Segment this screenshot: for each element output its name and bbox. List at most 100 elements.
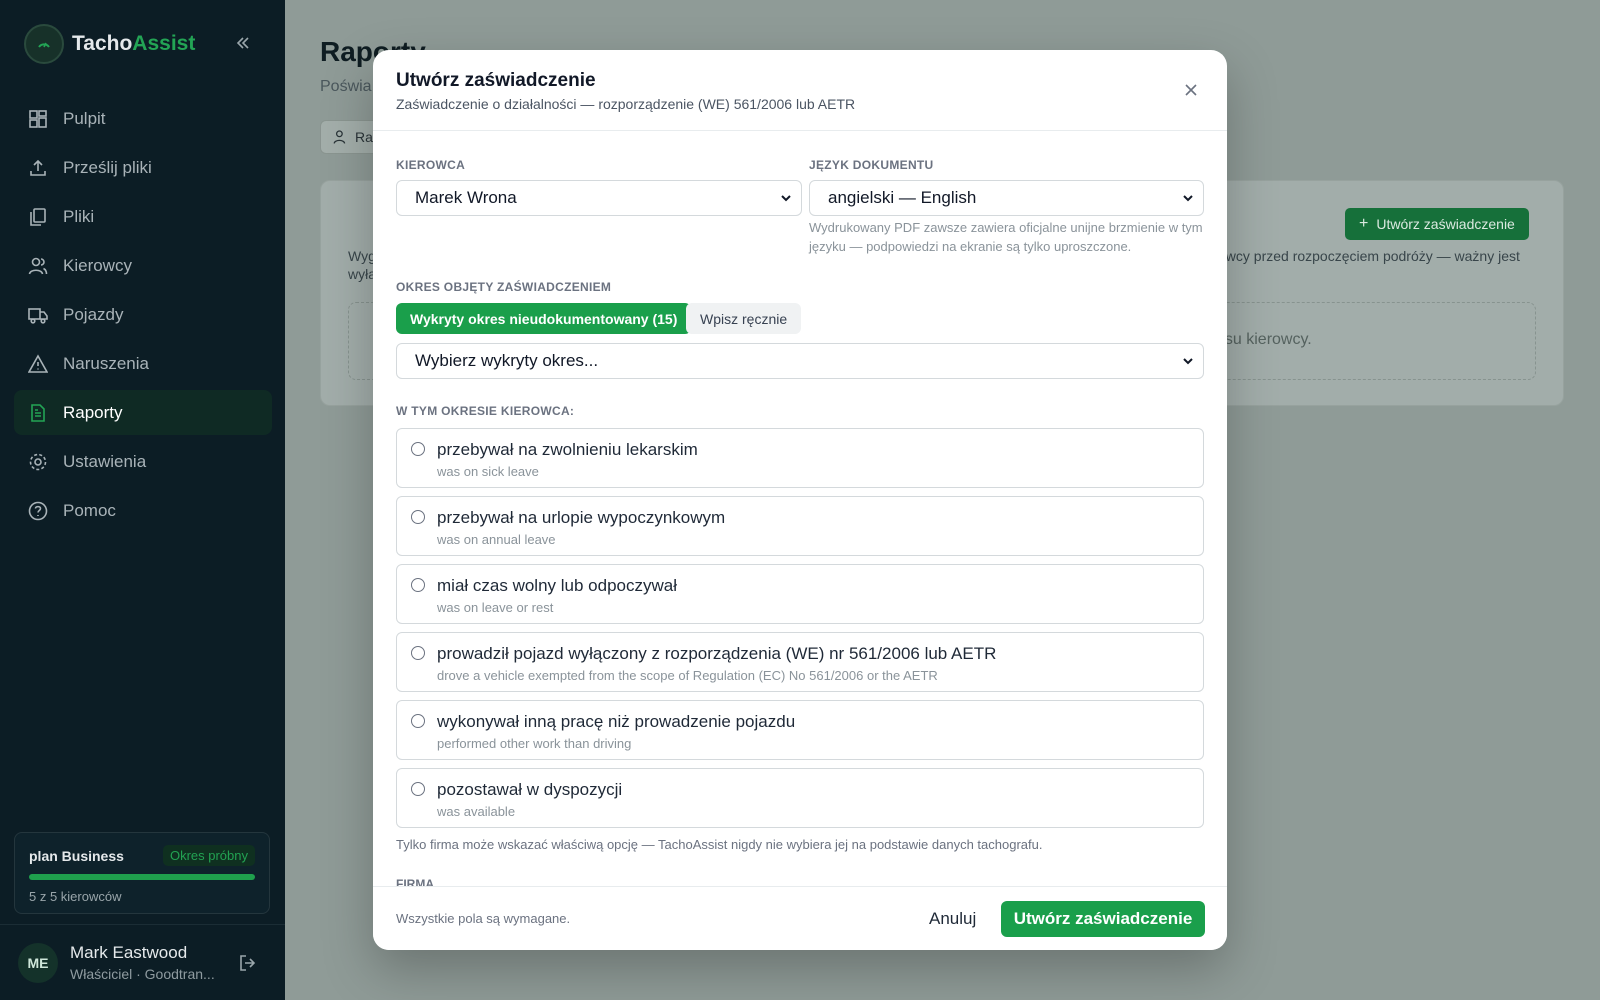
sidebar-item-label: Pojazdy: [63, 304, 124, 324]
option-translation: drove a vehicle exempted from the scope …: [437, 668, 938, 683]
option-label: miał czas wolny lub odpoczywał: [437, 576, 677, 595]
option-translation: was on sick leave: [437, 464, 539, 479]
dialog-subtitle: Zaświadczenie o działalności — rozporząd…: [396, 96, 856, 112]
chevron-down-icon: [1183, 195, 1193, 202]
option-label: prowadził pojazd wyłączony z rozporządze…: [437, 644, 997, 663]
option-translation: was on leave or rest: [437, 600, 554, 615]
option-exempted-vehicle[interactable]: prowadził pojazd wyłączony z rozporządze…: [396, 632, 1204, 692]
dialog-title: Utwórz zaświadczenie: [396, 70, 596, 91]
plan-card: plan Business Okres próbny 5 z 5 kierowc…: [14, 832, 270, 914]
truck-icon: [27, 304, 49, 326]
period-select[interactable]: Wybierz wykryty okres...: [396, 343, 1204, 379]
option-translation: was available: [437, 804, 516, 819]
driver-select-value: Marek Wrona: [415, 188, 517, 207]
option-available[interactable]: pozostawał w dyspozycji was available: [396, 768, 1204, 828]
empty-state-text: asu kierowcy.: [1216, 331, 1312, 348]
create-certificate-button-bg[interactable]: + Utwórz zaświadczenie: [1345, 208, 1529, 240]
create-certificate-button[interactable]: Utwórz zaświadczenie: [1001, 901, 1205, 937]
dialog-footer: Wszystkie pola są wymagane. Anuluj Utwór…: [373, 886, 1227, 950]
option-sick-leave[interactable]: przebywał na zwolnieniu lekarskim was on…: [396, 428, 1204, 488]
option-note: Tylko firma może wskazać właściwą opcję …: [396, 837, 1043, 852]
option-label: pozostawał w dyspozycji: [437, 780, 623, 799]
sidebar-item-reports[interactable]: Raporty: [14, 390, 272, 435]
sidebar-item-violations[interactable]: Naruszenia: [14, 341, 272, 386]
collapse-sidebar-icon[interactable]: [232, 32, 254, 54]
option-label: przebywał na zwolnieniu lekarskim: [437, 440, 698, 459]
app-name-part1: Tacho: [72, 32, 133, 55]
logout-icon[interactable]: [238, 953, 258, 973]
driver-select[interactable]: Marek Wrona: [396, 180, 802, 216]
user-profile[interactable]: ME Mark Eastwood Właściciel · Goodtran..…: [0, 924, 285, 1000]
sidebar-item-label: Kierowcy: [63, 255, 132, 275]
radio-button[interactable]: [411, 646, 425, 660]
tab-label: Ra: [355, 129, 373, 145]
report-icon: [27, 402, 49, 424]
plan-name: plan Business: [29, 847, 124, 864]
sidebar-item-pulpit[interactable]: Pulpit: [14, 96, 272, 141]
sidebar-item-upload[interactable]: Prześlij pliki: [14, 145, 272, 190]
sidebar-item-label: Pulpit: [63, 108, 106, 128]
sidebar-item-help[interactable]: Pomoc: [14, 488, 272, 533]
avatar: ME: [18, 942, 58, 983]
sidebar-item-settings[interactable]: Ustawienia: [14, 439, 272, 484]
sidebar: TachoAssist Pulpit Prześlij pliki Pliki …: [0, 0, 285, 1000]
sidebar-item-files[interactable]: Pliki: [14, 194, 272, 239]
tab-detected-period[interactable]: Wykryty okres nieudokumentowany (15): [396, 303, 692, 334]
close-icon[interactable]: [1181, 80, 1201, 100]
option-translation: performed other work than driving: [437, 736, 632, 751]
language-label: JĘZYK DOKUMENTU: [809, 158, 934, 172]
chevron-down-icon: [781, 195, 791, 202]
driver-label: KIEROWCA: [396, 158, 466, 172]
option-annual-leave[interactable]: przebywał na urlopie wypoczynkowym was o…: [396, 496, 1204, 556]
plan-usage-fill: [29, 874, 255, 880]
trial-badge: Okres próbny: [162, 845, 255, 866]
dashboard-icon: [27, 108, 49, 130]
gauge-logo-icon: [24, 24, 64, 64]
upload-icon: [27, 157, 49, 179]
users-icon: [27, 255, 49, 277]
sidebar-item-vehicles[interactable]: Pojazdy: [14, 292, 272, 337]
sidebar-item-label: Pomoc: [63, 500, 116, 520]
plan-usage-bar: [29, 874, 255, 880]
files-icon: [27, 206, 49, 228]
option-translation: was on annual leave: [437, 532, 556, 547]
option-other-work[interactable]: wykonywał inną pracę niż prowadzenie poj…: [396, 700, 1204, 760]
sidebar-nav: Pulpit Prześlij pliki Pliki Kierowcy Poj…: [14, 96, 272, 537]
warning-icon: [27, 353, 49, 375]
users-icon: [333, 130, 346, 144]
button-label: Utwórz zaświadczenie: [1376, 216, 1515, 232]
radio-button[interactable]: [411, 578, 425, 592]
sidebar-item-label: Naruszenia: [63, 353, 149, 373]
create-certificate-dialog: Utwórz zaświadczenie Zaświadczenie o dzi…: [373, 50, 1227, 950]
option-label: przebywał na urlopie wypoczynkowym: [437, 508, 726, 527]
required-fields-note: Wszystkie pola są wymagane.: [396, 911, 571, 926]
brand[interactable]: TachoAssist: [24, 24, 195, 64]
help-icon: [27, 500, 49, 522]
gear-icon: [27, 451, 49, 473]
sidebar-item-label: Prześlij pliki: [63, 157, 152, 177]
user-role: Właściciel · Goodtran...: [70, 966, 215, 982]
radio-button[interactable]: [411, 510, 425, 524]
sidebar-item-label: Raporty: [63, 402, 123, 422]
language-hint-line: języku — podpowiedzi na ekranie są tylko…: [809, 239, 1132, 254]
language-hint-line: Wydrukowany PDF zawsze zawiera oficjalne…: [809, 220, 1203, 235]
language-select[interactable]: angielski — English: [809, 180, 1204, 216]
radio-button[interactable]: [411, 442, 425, 456]
language-hint: Wydrukowany PDF zawsze zawiera oficjalne…: [809, 218, 1203, 256]
option-leave-or-rest[interactable]: miał czas wolny lub odpoczywał was on le…: [396, 564, 1204, 624]
radio-button[interactable]: [411, 714, 425, 728]
plus-icon: +: [1359, 215, 1369, 232]
tab-manual-entry[interactable]: Wpisz ręcznie: [686, 303, 802, 334]
user-name: Mark Eastwood: [70, 943, 188, 962]
dialog-header: Utwórz zaświadczenie Zaświadczenie o dzi…: [373, 50, 1227, 131]
reason-label: W TYM OKRESIE KIEROWCA:: [396, 404, 575, 418]
period-label: OKRES OBJĘTY ZAŚWIADCZENIEM: [396, 280, 612, 294]
cancel-button[interactable]: Anuluj: [919, 901, 986, 937]
card-description: owcy przed rozpoczęciem podróży — ważny …: [1218, 248, 1520, 264]
sidebar-item-drivers[interactable]: Kierowcy: [14, 243, 272, 288]
card-text-fragment: wyła: [348, 266, 377, 282]
sidebar-item-label: Pliki: [63, 206, 95, 226]
language-select-value: angielski — English: [828, 188, 977, 207]
radio-button[interactable]: [411, 782, 425, 796]
card-text-fragment: Wyg: [348, 248, 376, 264]
